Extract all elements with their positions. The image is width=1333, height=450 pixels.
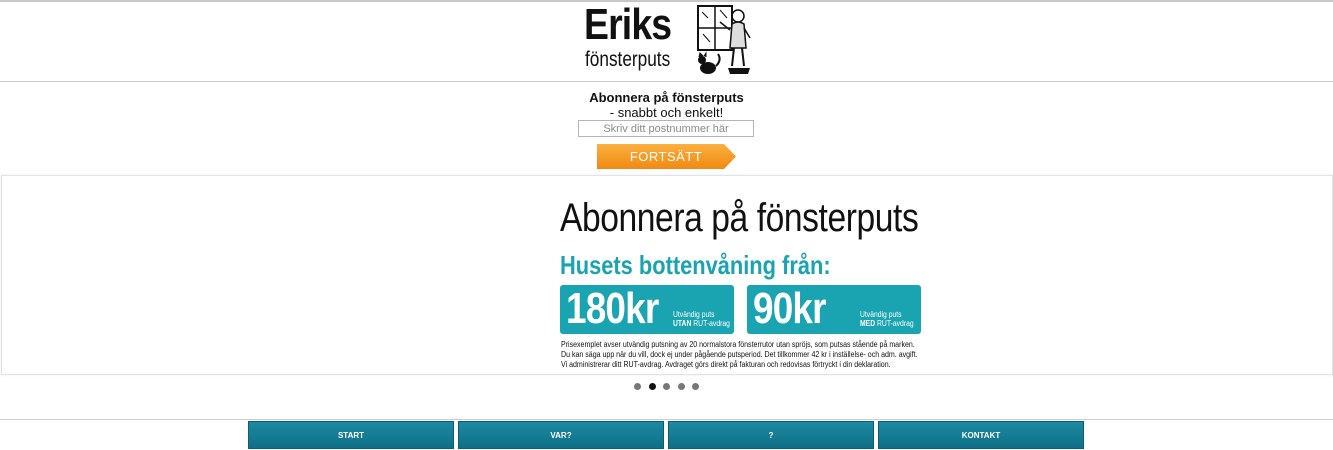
nav-item-var[interactable]: VAR? bbox=[458, 421, 664, 449]
price-note-line2: MED RUT-avdrag bbox=[860, 319, 914, 328]
price-note-line1: Utvändig puts bbox=[673, 310, 715, 319]
nav-item-kontakt[interactable]: KONTAKT bbox=[878, 421, 1084, 449]
site-header: Eriks fönsterputs bbox=[0, 0, 1333, 82]
main-nav: START VAR? ? KONTAKT bbox=[248, 421, 1086, 450]
carousel-dot[interactable] bbox=[663, 383, 670, 390]
nav-item-question[interactable]: ? bbox=[668, 421, 874, 449]
price-box-without-rut: 180kr Utvändig puts UTAN RUT-avdrag bbox=[560, 284, 734, 334]
carousel-dot[interactable] bbox=[634, 383, 641, 390]
carousel-dot[interactable] bbox=[677, 383, 685, 390]
price-note-bold: UTAN bbox=[673, 319, 692, 328]
slide-subtitle: Husets bottenvåning från: bbox=[560, 250, 831, 280]
window-cleaner-illustration-icon bbox=[697, 5, 751, 74]
continue-button[interactable]: FORTSÄTT bbox=[597, 144, 737, 169]
carousel-dot[interactable] bbox=[692, 383, 699, 390]
fine-print: Prisexemplet avser utvändig putsning av … bbox=[561, 340, 917, 370]
price-note-rest: RUT-avdrag bbox=[691, 319, 730, 328]
price-note-line2: UTAN RUT-avdrag bbox=[673, 319, 730, 328]
promo-carousel[interactable]: Abonnera på fönsterputs Husets bottenvån… bbox=[1, 175, 1333, 375]
price-note-line1: Utvändig puts bbox=[860, 310, 902, 319]
nav-item-start[interactable]: START bbox=[248, 421, 454, 449]
price-note-rest: RUT-avdrag bbox=[875, 319, 914, 328]
nav-divider bbox=[0, 419, 1333, 420]
price-note: Utvändig puts UTAN RUT-avdrag bbox=[673, 310, 730, 328]
fine-print-line: Vi administrerar ditt RUT-avdrag. Avdrag… bbox=[561, 360, 891, 369]
subscribe-form: Abonnera på fönsterputs - snabbt och enk… bbox=[0, 88, 1333, 172]
site-logo[interactable]: Eriks fönsterputs bbox=[584, 0, 754, 78]
postcode-input[interactable] bbox=[578, 120, 754, 137]
fine-print-line: Du kan säga upp när du vill, dock ej und… bbox=[561, 350, 918, 359]
continue-button-label: FORTSÄTT bbox=[629, 149, 703, 164]
logo-subtitle: fönsterputs bbox=[585, 48, 671, 71]
fine-print-line: Prisexemplet avser utvändig putsning av … bbox=[561, 340, 915, 349]
slide-title: Abonnera på fönsterputs bbox=[560, 196, 919, 240]
price-note: Utvändig puts MED RUT-avdrag bbox=[860, 310, 914, 328]
subscribe-subtitle: - snabbt och enkelt! bbox=[609, 105, 724, 120]
price-note-bold: MED bbox=[860, 319, 876, 328]
logo-title: Eriks bbox=[584, 0, 672, 49]
header-divider bbox=[0, 81, 1333, 82]
subscribe-title: Abonnera på fönsterputs bbox=[589, 90, 744, 105]
price-value: 90kr bbox=[753, 284, 827, 333]
price-box-with-rut: 90kr Utvändig puts MED RUT-avdrag bbox=[747, 284, 921, 334]
price-value: 180kr bbox=[566, 284, 659, 333]
carousel-dot[interactable] bbox=[648, 383, 656, 390]
